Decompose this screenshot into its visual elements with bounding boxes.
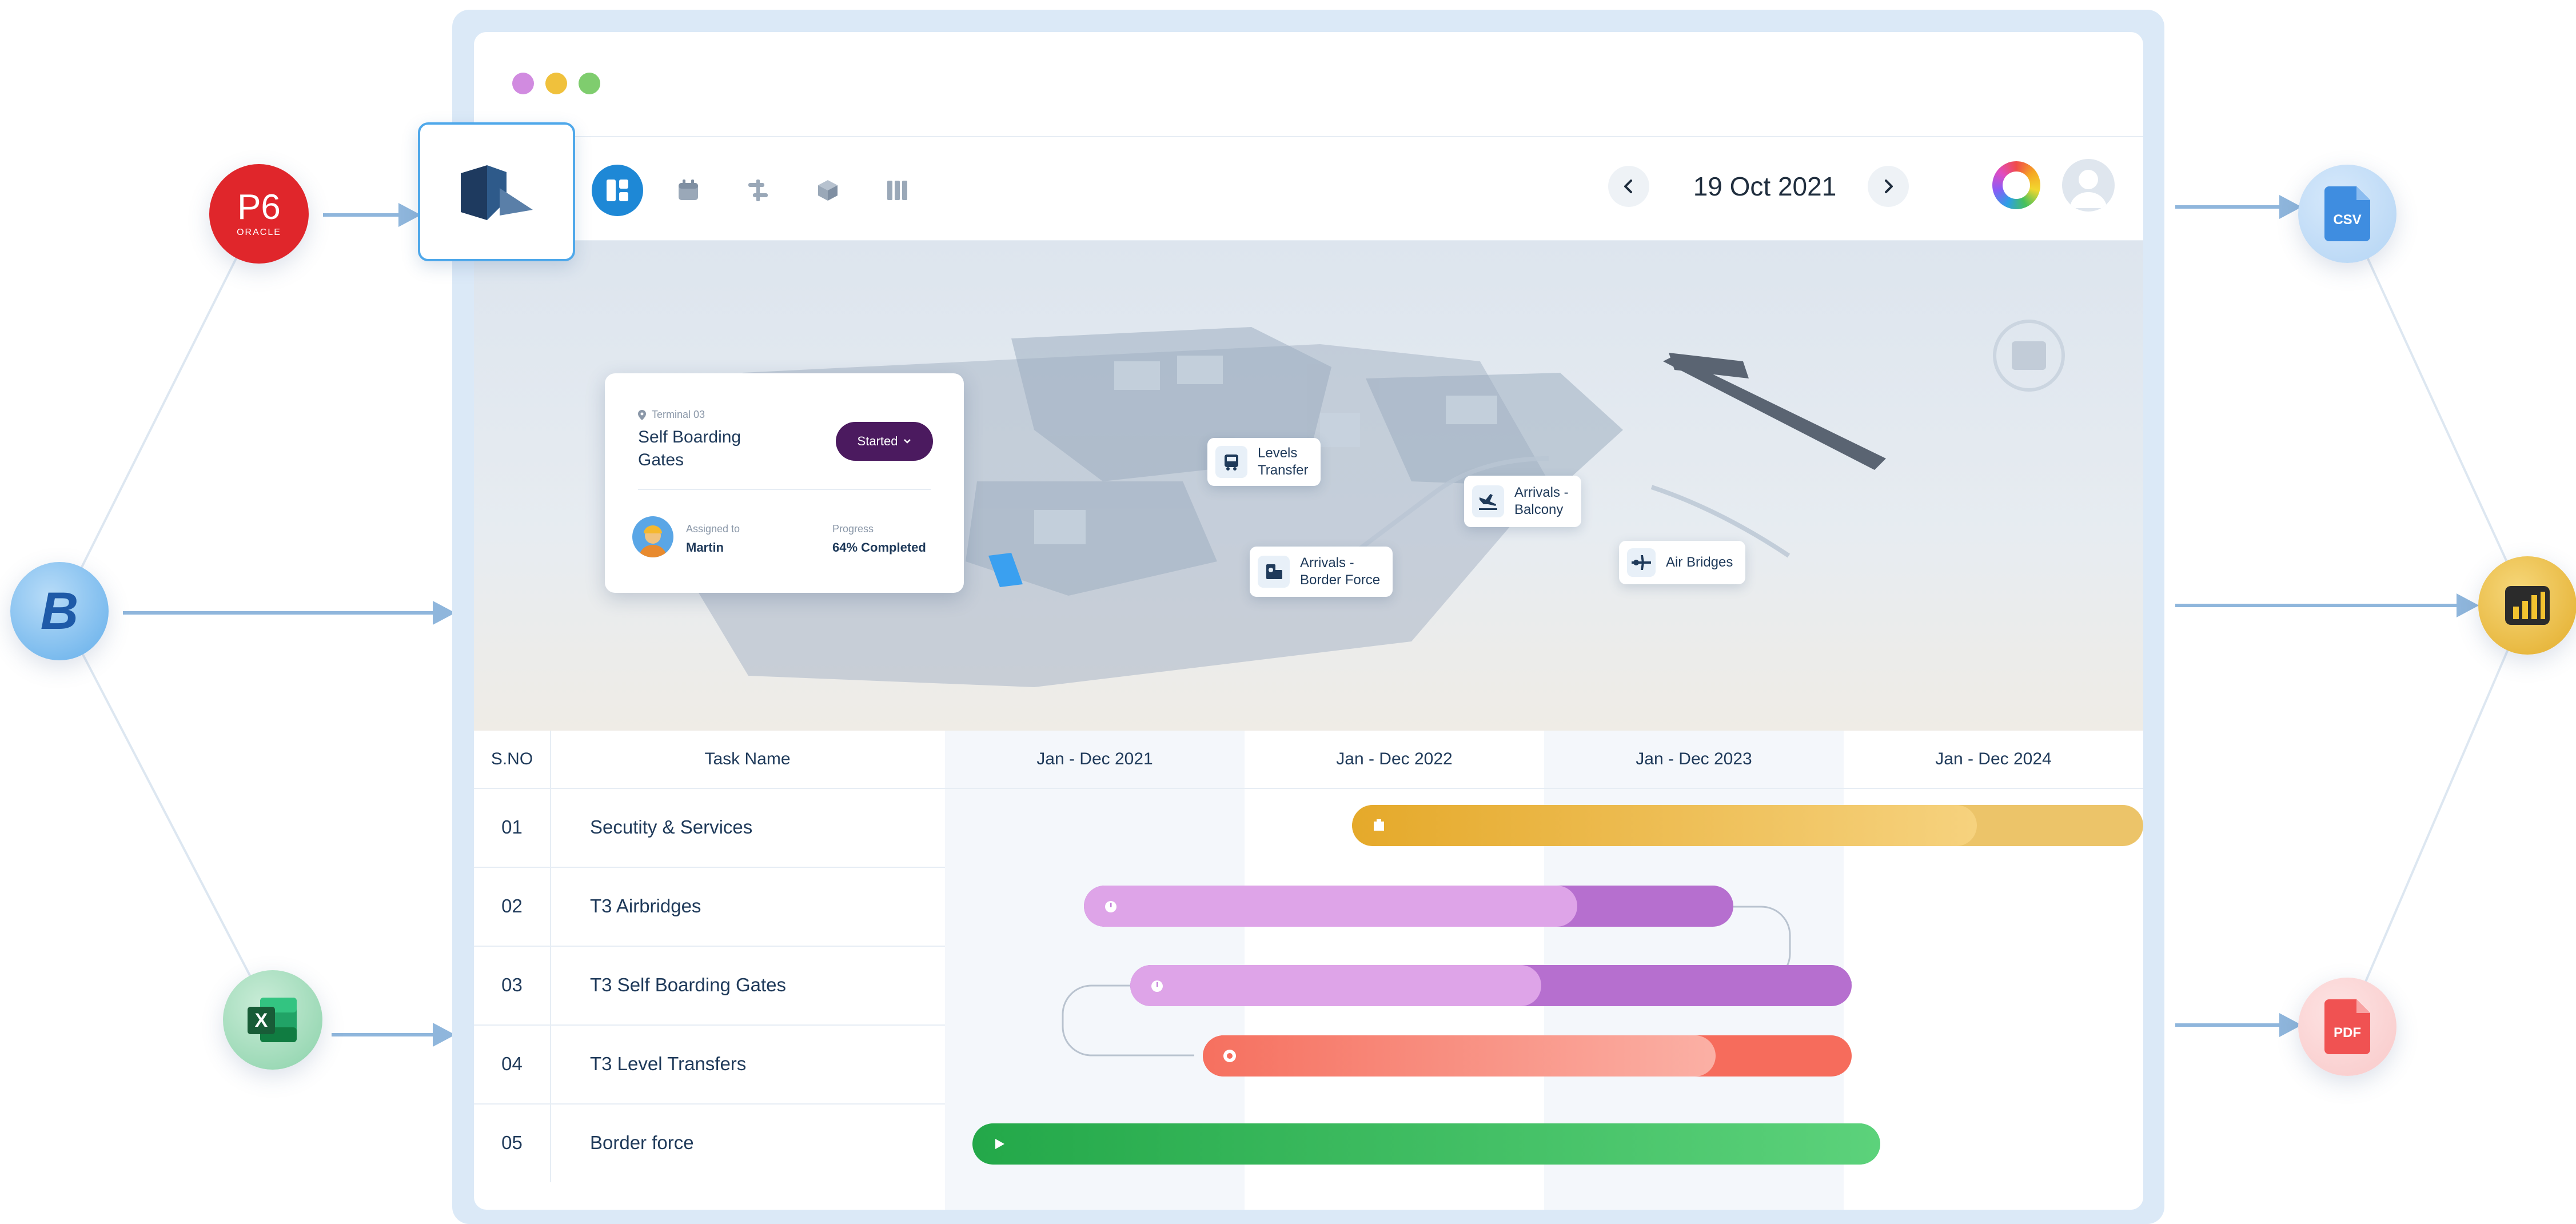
oracle-p6-badge[interactable]: P6 ORACLE (209, 164, 309, 264)
pdf-file-icon: PDF (2324, 999, 2370, 1054)
gantt-bar-progress (972, 1123, 1880, 1165)
svg-text:X: X (255, 1010, 268, 1031)
app-window: 19 Oct 2021 Levels Transfer Arrivals - B… (474, 32, 2143, 1210)
timer-icon (1105, 901, 1116, 912)
gantt-bar-t3-self-boarding-gates[interactable] (1130, 965, 1852, 1006)
gantt-bar-progress (1352, 805, 1977, 846)
app-logo-icon (460, 165, 533, 220)
gantt-bar-t3-airbridges[interactable] (1084, 886, 1733, 927)
building-icon (1374, 819, 1384, 831)
app-logo-tile[interactable] (418, 122, 575, 261)
csv-badge[interactable]: CSV (2298, 165, 2396, 263)
svg-text:PDF: PDF (2334, 1025, 2361, 1040)
svg-text:CSV: CSV (2333, 212, 2361, 228)
p6-label: P6 (237, 188, 281, 227)
oracle-label: ORACLE (237, 228, 281, 237)
csv-file-icon: CSV (2324, 186, 2370, 241)
timer-icon (1151, 980, 1163, 992)
bentley-logo-icon: B (40, 581, 79, 640)
bentley-badge[interactable]: B (10, 562, 109, 660)
excel-icon: X (248, 998, 297, 1042)
power-bi-badge[interactable] (2478, 556, 2576, 655)
record-icon (1223, 1050, 1236, 1062)
excel-badge[interactable]: X (223, 970, 322, 1070)
gantt-bar-progress (1203, 1035, 1716, 1077)
gantt-bar-border-force[interactable] (972, 1123, 1880, 1165)
gantt-bar-progress (1084, 886, 1578, 927)
gantt-bar-progress (1130, 965, 1542, 1006)
pdf-badge[interactable]: PDF (2298, 978, 2396, 1076)
gantt-bar-security-services[interactable] (1352, 805, 2143, 846)
dependency-lines (1062, 906, 1852, 1056)
power-bi-icon (2505, 586, 2550, 625)
play-icon (995, 1139, 1004, 1149)
gantt-bar-t3-level-transfers[interactable] (1203, 1035, 1852, 1077)
